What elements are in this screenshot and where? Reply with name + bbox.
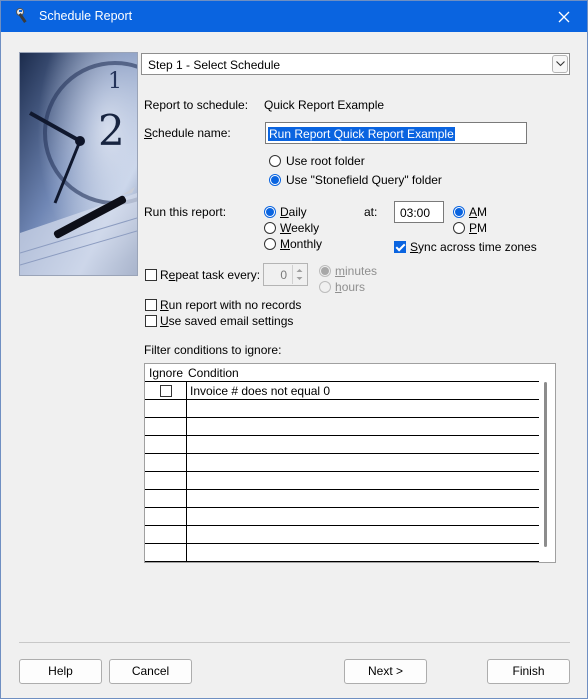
- table-row[interactable]: [145, 526, 539, 544]
- help-button[interactable]: Help: [19, 659, 102, 684]
- wizard-clock-image: 2 1: [19, 52, 138, 276]
- run-no-records-label: Run report with no records: [160, 298, 302, 312]
- spinner-arrows-icon[interactable]: [292, 265, 306, 284]
- hours-label: hours: [335, 280, 366, 294]
- monthly-radio[interactable]: [264, 238, 276, 250]
- root-folder-label: Use root folder: [286, 154, 365, 168]
- column-header-condition: Condition: [188, 366, 239, 380]
- am-radio[interactable]: [453, 206, 465, 218]
- wrench-app-icon: [14, 7, 32, 25]
- column-header-ignore: Ignore: [149, 366, 184, 380]
- minutes-radio[interactable]: [319, 265, 331, 277]
- schedule-name-value: Run Report Quick Report Example: [268, 127, 455, 141]
- table-row[interactable]: [145, 454, 539, 472]
- chevron-down-icon[interactable]: [552, 55, 568, 73]
- table-row[interactable]: Invoice # does not equal 0: [145, 382, 539, 400]
- schedule-name-field[interactable]: Run Report Quick Report Example: [265, 122, 527, 144]
- hours-radio[interactable]: [319, 281, 331, 293]
- ignore-checkbox[interactable]: [160, 385, 172, 397]
- report-to-schedule-label: Report to schedule:: [144, 98, 249, 112]
- repeat-task-label: Repeat task every:: [160, 268, 261, 282]
- table-header: Ignore Condition: [145, 364, 539, 382]
- svg-text:2: 2: [98, 106, 125, 155]
- table-row[interactable]: [145, 544, 539, 562]
- repeat-task-checkbox[interactable]: [145, 269, 157, 281]
- daily-label: Daily: [280, 205, 307, 219]
- daily-radio[interactable]: [264, 206, 276, 218]
- table-row[interactable]: [145, 508, 539, 526]
- step-selector-dropdown[interactable]: Step 1 - Select Schedule: [141, 53, 570, 75]
- step-selector-value: Step 1 - Select Schedule: [148, 58, 281, 72]
- stonefield-folder-label: Use "Stonefield Query" folder: [286, 173, 442, 187]
- close-button[interactable]: [541, 1, 587, 32]
- root-folder-radio[interactable]: [269, 155, 281, 167]
- am-label: AM: [469, 205, 488, 219]
- pm-label: PM: [469, 221, 488, 235]
- window-title: Schedule Report: [39, 9, 133, 23]
- repeat-interval-spinner[interactable]: 0: [263, 263, 308, 286]
- time-value: 03:00: [400, 206, 431, 220]
- schedule-name-label: Schedule name:: [144, 126, 231, 140]
- filter-conditions-table[interactable]: Ignore Condition Invoice # does not equa…: [144, 363, 556, 563]
- footer-divider: [19, 642, 570, 643]
- title-bar: Schedule Report: [1, 1, 587, 32]
- schedule-report-dialog: Schedule Report 2 1 Step 1 - Select Sche…: [0, 0, 588, 699]
- finish-button[interactable]: Finish: [487, 659, 570, 684]
- at-label: at:: [364, 205, 378, 219]
- stonefield-folder-radio[interactable]: [269, 174, 281, 186]
- next-button[interactable]: Next >: [344, 659, 427, 684]
- run-no-records-checkbox[interactable]: [145, 299, 157, 311]
- table-row[interactable]: [145, 400, 539, 418]
- table-row[interactable]: [145, 418, 539, 436]
- svg-text:1: 1: [108, 69, 122, 94]
- minutes-label: minutes: [335, 264, 378, 278]
- pm-radio[interactable]: [453, 222, 465, 234]
- close-icon: [558, 11, 570, 22]
- weekly-label: Weekly: [280, 221, 320, 235]
- weekly-radio[interactable]: [264, 222, 276, 234]
- time-field[interactable]: 03:00: [394, 201, 444, 223]
- sync-time-zones-label: Sync across time zones: [410, 240, 537, 254]
- repeat-interval-value: 0: [280, 268, 287, 282]
- column-divider: [186, 382, 187, 562]
- report-name-value: Quick Report Example: [264, 98, 385, 112]
- run-this-report-label: Run this report:: [144, 205, 227, 219]
- table-scrollbar[interactable]: [544, 382, 547, 547]
- cancel-button[interactable]: Cancel: [109, 659, 192, 684]
- sync-time-zones-checkbox[interactable]: [394, 241, 406, 253]
- filter-conditions-label: Filter conditions to ignore:: [144, 343, 282, 357]
- table-row[interactable]: [145, 472, 539, 490]
- saved-email-label: Use saved email settings: [160, 314, 294, 328]
- condition-text: Invoice # does not equal 0: [190, 384, 331, 398]
- saved-email-checkbox[interactable]: [145, 315, 157, 327]
- table-row[interactable]: [145, 436, 539, 454]
- monthly-label: Monthly: [280, 237, 323, 251]
- table-row[interactable]: [145, 490, 539, 508]
